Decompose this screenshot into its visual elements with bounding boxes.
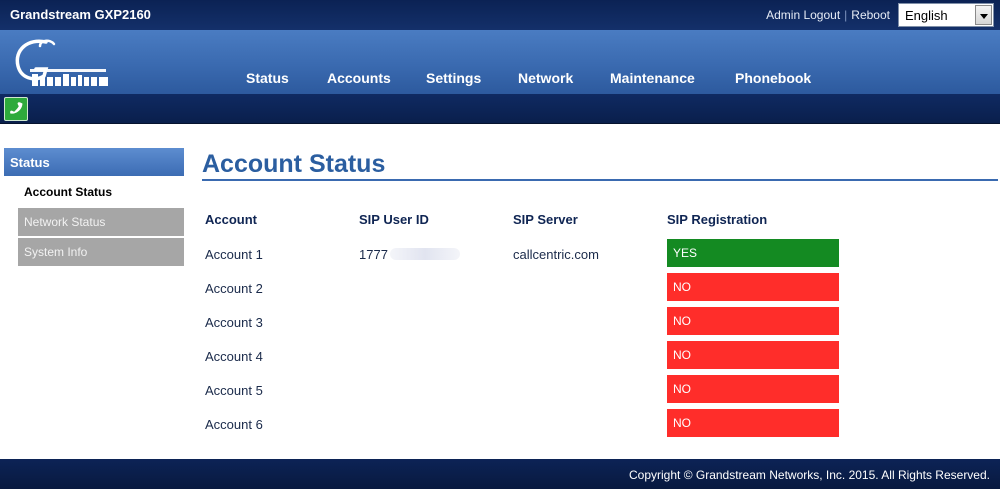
nav-accounts[interactable]: Accounts <box>327 70 391 86</box>
column-header-sip-registration: SIP Registration <box>667 212 768 227</box>
nav-phonebook[interactable]: Phonebook <box>735 70 811 86</box>
registration-status-badge: NO <box>667 273 839 301</box>
account-name: Account 2 <box>205 281 263 296</box>
page-title: Account Status <box>202 150 386 178</box>
sidebar-item-account-status[interactable]: Account Status <box>18 178 184 206</box>
sidebar-header-status[interactable]: Status <box>4 148 184 176</box>
nav-maintenance[interactable]: Maintenance <box>610 70 695 86</box>
sip-user-id-value: 1777 <box>359 247 388 262</box>
nav-network[interactable]: Network <box>518 70 573 86</box>
sidebar-item-system-info[interactable]: System Info <box>18 238 184 266</box>
logo-wordmark <box>30 69 108 86</box>
grandstream-logo <box>15 39 108 86</box>
nav-settings[interactable]: Settings <box>426 70 481 86</box>
registration-status-badge: NO <box>667 409 839 437</box>
language-select[interactable]: English <box>898 3 994 27</box>
column-header-sip-server: SIP Server <box>513 212 578 227</box>
registration-status-badge: NO <box>667 375 839 403</box>
column-header-sip-user-id: SIP User ID <box>359 212 429 227</box>
redacted-blur <box>389 248 460 260</box>
registration-status-badge: NO <box>667 307 839 335</box>
chevron-down-icon[interactable] <box>975 5 992 25</box>
nav-status[interactable]: Status <box>246 70 289 86</box>
account-name: Account 1 <box>205 247 263 262</box>
top-bar: Grandstream GXP2160 Admin Logout | Reboot … <box>0 0 1000 30</box>
admin-logout-link[interactable]: Admin Logout <box>766 8 840 22</box>
reboot-link[interactable]: Reboot <box>851 8 890 22</box>
sip-user-id: 1777 <box>359 247 460 262</box>
account-name: Account 3 <box>205 315 263 330</box>
product-name: Grandstream GXP2160 <box>10 7 151 22</box>
sidebar-item-network-status[interactable]: Network Status <box>18 208 184 236</box>
account-name: Account 6 <box>205 417 263 432</box>
title-divider <box>202 179 998 181</box>
language-select-value: English <box>905 8 948 23</box>
top-links-separator: | <box>844 8 848 22</box>
top-links: Admin Logout | Reboot <box>766 8 890 22</box>
footer: Copyright © Grandstream Networks, Inc. 2… <box>0 459 1000 489</box>
sip-server: callcentric.com <box>513 247 599 262</box>
registration-status-badge: YES <box>667 239 839 267</box>
header: Status Accounts Settings Network Mainten… <box>0 30 1000 94</box>
phone-icon[interactable] <box>4 97 28 121</box>
icon-bar <box>0 94 1000 124</box>
account-name: Account 4 <box>205 349 263 364</box>
column-header-account: Account <box>205 212 257 227</box>
registration-status-badge: NO <box>667 341 839 369</box>
copyright-text: Copyright © Grandstream Networks, Inc. 2… <box>629 468 990 482</box>
account-name: Account 5 <box>205 383 263 398</box>
